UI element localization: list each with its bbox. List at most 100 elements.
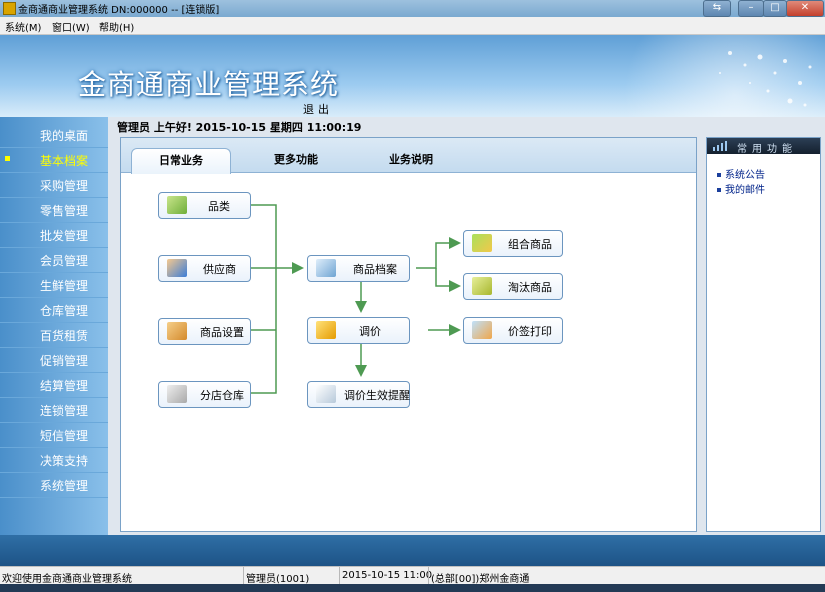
switch-window-button[interactable]: ⇆ [703,0,731,17]
sidebar-item-label: 批发管理 [40,229,89,243]
status-bar: 欢迎使用金商通商业管理系统 管理员(1001) 2015-10-15 11:00… [0,566,825,585]
header-banner: 金商通商业管理系统 退出 [0,35,825,117]
node-price-reminder-button[interactable]: 调价生效提醒 [307,381,410,408]
discontinued-icon [472,277,492,295]
greeting-text: 管理员 上午好! 2015-10-15 星期四 11:00:19 [117,121,362,134]
sidebar-item-label: 短信管理 [40,429,89,443]
connector-to-combo [416,237,461,269]
node-label: 分店仓库 [200,389,244,402]
node-label: 调价生效提醒 [344,389,410,402]
main-panel: 日常业务 更多功能 业务说明 品类 供应商 商品设置 分店仓库 商品档案 调价 … [120,137,697,532]
link-label: 我的邮件 [725,185,765,196]
node-product-settings-button[interactable]: 商品设置 [158,318,251,345]
node-label: 价签打印 [508,325,552,338]
node-supplier-button[interactable]: 供应商 [158,255,251,282]
sidebar-item-basic-archive[interactable]: 基本档案 [0,147,108,173]
bullet-icon [717,188,721,192]
status-welcome: 欢迎使用金商通商业管理系统 [2,574,132,585]
sidebar-item-leasing[interactable]: 百货租赁 [0,322,108,348]
maximize-icon: □ [770,2,780,13]
sidebar-item-warehouse[interactable]: 仓库管理 [0,297,108,323]
node-combo-product-button[interactable]: 组合商品 [463,230,563,257]
category-icon [167,196,187,214]
sidebar-item-label: 结算管理 [40,379,89,393]
sidebar: 我的桌面 基本档案 采购管理 零售管理 批发管理 会员管理 生鲜管理 仓库管理 … [0,117,108,535]
os-taskbar [0,584,825,592]
sidebar-item-label: 生鲜管理 [40,279,89,293]
sidebar-item-label: 连锁管理 [40,404,89,418]
connector-left-bracket [251,204,277,394]
node-discontinued-product-button[interactable]: 淘汰商品 [463,273,563,300]
supplier-icon [167,259,187,277]
sidebar-item-member[interactable]: 会员管理 [0,247,108,273]
menu-bar: 系统(M) 窗口(W) 帮助(H) [0,17,825,35]
menu-window[interactable]: 窗口(W) [52,19,90,34]
print-icon [472,321,492,339]
sidebar-item-wholesale[interactable]: 批发管理 [0,222,108,248]
banner-sparkle-icon [719,51,812,107]
sidebar-item-fresh[interactable]: 生鲜管理 [0,272,108,298]
bullet-icon [717,173,721,177]
sidebar-item-settlement[interactable]: 结算管理 [0,372,108,398]
menu-system[interactable]: 系统(M) [5,19,41,34]
window-titlebar: 金商通商业管理系统 DN:000000 -- [连锁版] ⇆ – □ ✕ [0,0,825,18]
price-icon [316,321,336,339]
app-title: 金商通商业管理系统 [78,68,340,101]
maximize-button[interactable]: □ [763,0,787,17]
node-branch-warehouse-button[interactable]: 分店仓库 [158,381,251,408]
minimize-icon: – [748,2,754,13]
minimize-button[interactable]: – [738,0,764,17]
node-label: 供应商 [203,263,236,276]
node-label: 商品设置 [200,326,244,339]
node-category-button[interactable]: 品类 [158,192,251,219]
status-datetime-cell: 2015-10-15 11:00 [339,567,432,585]
common-functions-title: 常用功能 [737,144,797,155]
link-system-notice[interactable]: 系统公告 [717,166,765,181]
link-my-mail[interactable]: 我的邮件 [717,181,765,196]
signal-bars-icon [713,141,727,151]
close-button[interactable]: ✕ [786,0,824,17]
sidebar-item-chain[interactable]: 连锁管理 [0,397,108,423]
status-datetime: 2015-10-15 11:00 [342,570,433,581]
node-label: 组合商品 [508,238,552,251]
sidebar-item-label: 采购管理 [40,179,89,193]
status-user: 管理员(1001) [246,574,310,585]
status-store: (总部[00])郑州金商通 [431,574,530,585]
sidebar-item-system[interactable]: 系统管理 [0,472,108,498]
sidebar-item-decision[interactable]: 决策支持 [0,447,108,473]
logout-link[interactable]: 退出 [303,101,333,117]
sidebar-item-promotion[interactable]: 促销管理 [0,347,108,373]
sidebar-item-label: 系统管理 [40,479,89,493]
status-welcome-cell: 欢迎使用金商通商业管理系统 [0,567,242,585]
connector-to-discontinued [435,268,461,292]
sidebar-item-desktop[interactable]: 我的桌面 [0,122,108,148]
node-price-adjust-button[interactable]: 调价 [307,317,410,344]
node-label: 商品档案 [353,263,397,276]
link-label: 系统公告 [725,170,765,181]
bottom-bar [0,535,825,566]
active-marker-icon [5,156,10,161]
status-user-cell: 管理员(1001) [243,567,339,585]
node-product-archive-button[interactable]: 商品档案 [307,255,410,282]
sidebar-item-label: 仓库管理 [40,304,89,318]
switch-icon: ⇆ [712,2,722,13]
sidebar-item-label: 百货租赁 [40,329,89,343]
archive-icon [316,259,336,277]
common-functions-panel: 常用功能 系统公告 我的邮件 [706,137,821,532]
sidebar-item-label: 零售管理 [40,204,89,218]
node-label-print-button[interactable]: 价签打印 [463,317,563,344]
reminder-icon [316,385,336,403]
sidebar-item-label: 促销管理 [40,354,89,368]
menu-help[interactable]: 帮助(H) [99,19,134,34]
box-icon [167,322,187,340]
sidebar-item-label: 会员管理 [40,254,89,268]
sidebar-item-sms[interactable]: 短信管理 [0,422,108,448]
sidebar-item-retail[interactable]: 零售管理 [0,197,108,223]
app-icon [3,2,16,15]
node-label: 品类 [208,200,230,213]
sidebar-item-purchase[interactable]: 采购管理 [0,172,108,198]
common-functions-header: 常用功能 [707,138,820,155]
sidebar-item-label: 基本档案 [40,154,89,168]
node-label: 调价 [359,325,381,338]
node-label: 淘汰商品 [508,281,552,294]
